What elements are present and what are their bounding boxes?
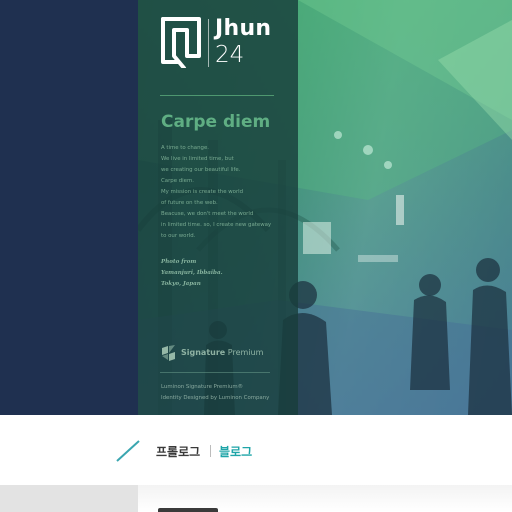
body-line: of future on the web. xyxy=(161,200,218,206)
signature-icon xyxy=(162,345,175,361)
body-line: A time to change. xyxy=(161,145,209,151)
logo-divider xyxy=(208,19,209,67)
hero-section: Jhun 24 Carpe diem A time to change. We … xyxy=(0,0,512,415)
signature-label: Signature Premium xyxy=(181,348,263,357)
nav-item-prologue[interactable]: 프롤로그 xyxy=(156,443,200,460)
intro-panel: Jhun 24 Carpe diem A time to change. We … xyxy=(138,0,298,415)
footnote-line: Luminon Signature Premium® xyxy=(161,384,244,390)
content-section xyxy=(0,485,512,512)
body-line: we creating our beautiful life. xyxy=(161,167,241,173)
nav-item-blog[interactable]: 블로그 xyxy=(219,443,252,460)
body-line: to our world. xyxy=(161,233,196,239)
hero-tagline: Carpe diem xyxy=(161,112,271,132)
panel-divider-top xyxy=(160,95,274,96)
logo-mark-icon xyxy=(161,17,201,68)
signature-bold: Signature xyxy=(181,348,226,357)
body-line: My mission is create the world xyxy=(161,189,244,195)
slash-icon xyxy=(116,440,140,462)
brand-number: 24 xyxy=(215,42,245,68)
brand-name: Jhun xyxy=(215,16,272,41)
credit-line: Photo from xyxy=(161,259,197,265)
main-nav: 프롤로그 블로그 xyxy=(0,415,512,485)
hero-body-text: A time to change. We live in limited tim… xyxy=(161,143,291,242)
identity-footnote: Luminon Signature Premium® Identity Desi… xyxy=(161,382,269,404)
body-line: in limited time. so, I create new gatewa… xyxy=(161,222,272,228)
signature-premium-badge: Signature Premium xyxy=(160,344,270,362)
credit-line: Yamanjuri, Ibbaiba. xyxy=(161,270,223,276)
body-line: We live in limited time, but xyxy=(161,156,234,162)
hero-left-band xyxy=(0,0,138,415)
signature-rest: Premium xyxy=(227,348,264,357)
body-line: Carpe diem. xyxy=(161,178,194,184)
photo-credit: Photo from Yamanjuri, Ibbaiba. Tokyo, Ja… xyxy=(161,257,223,290)
content-left-column xyxy=(0,485,138,512)
brand-logo[interactable]: Jhun 24 xyxy=(160,16,278,70)
content-main-column xyxy=(138,485,512,512)
nav-separator xyxy=(210,445,211,457)
credit-line: Tokyo, Japan xyxy=(161,281,201,287)
content-heading-peek xyxy=(158,508,228,512)
body-line: Beacuse, we don't meet the world xyxy=(161,211,254,217)
footnote-line: Identity Designed by Luminon Company xyxy=(161,395,270,401)
panel-divider-bottom xyxy=(160,372,270,373)
